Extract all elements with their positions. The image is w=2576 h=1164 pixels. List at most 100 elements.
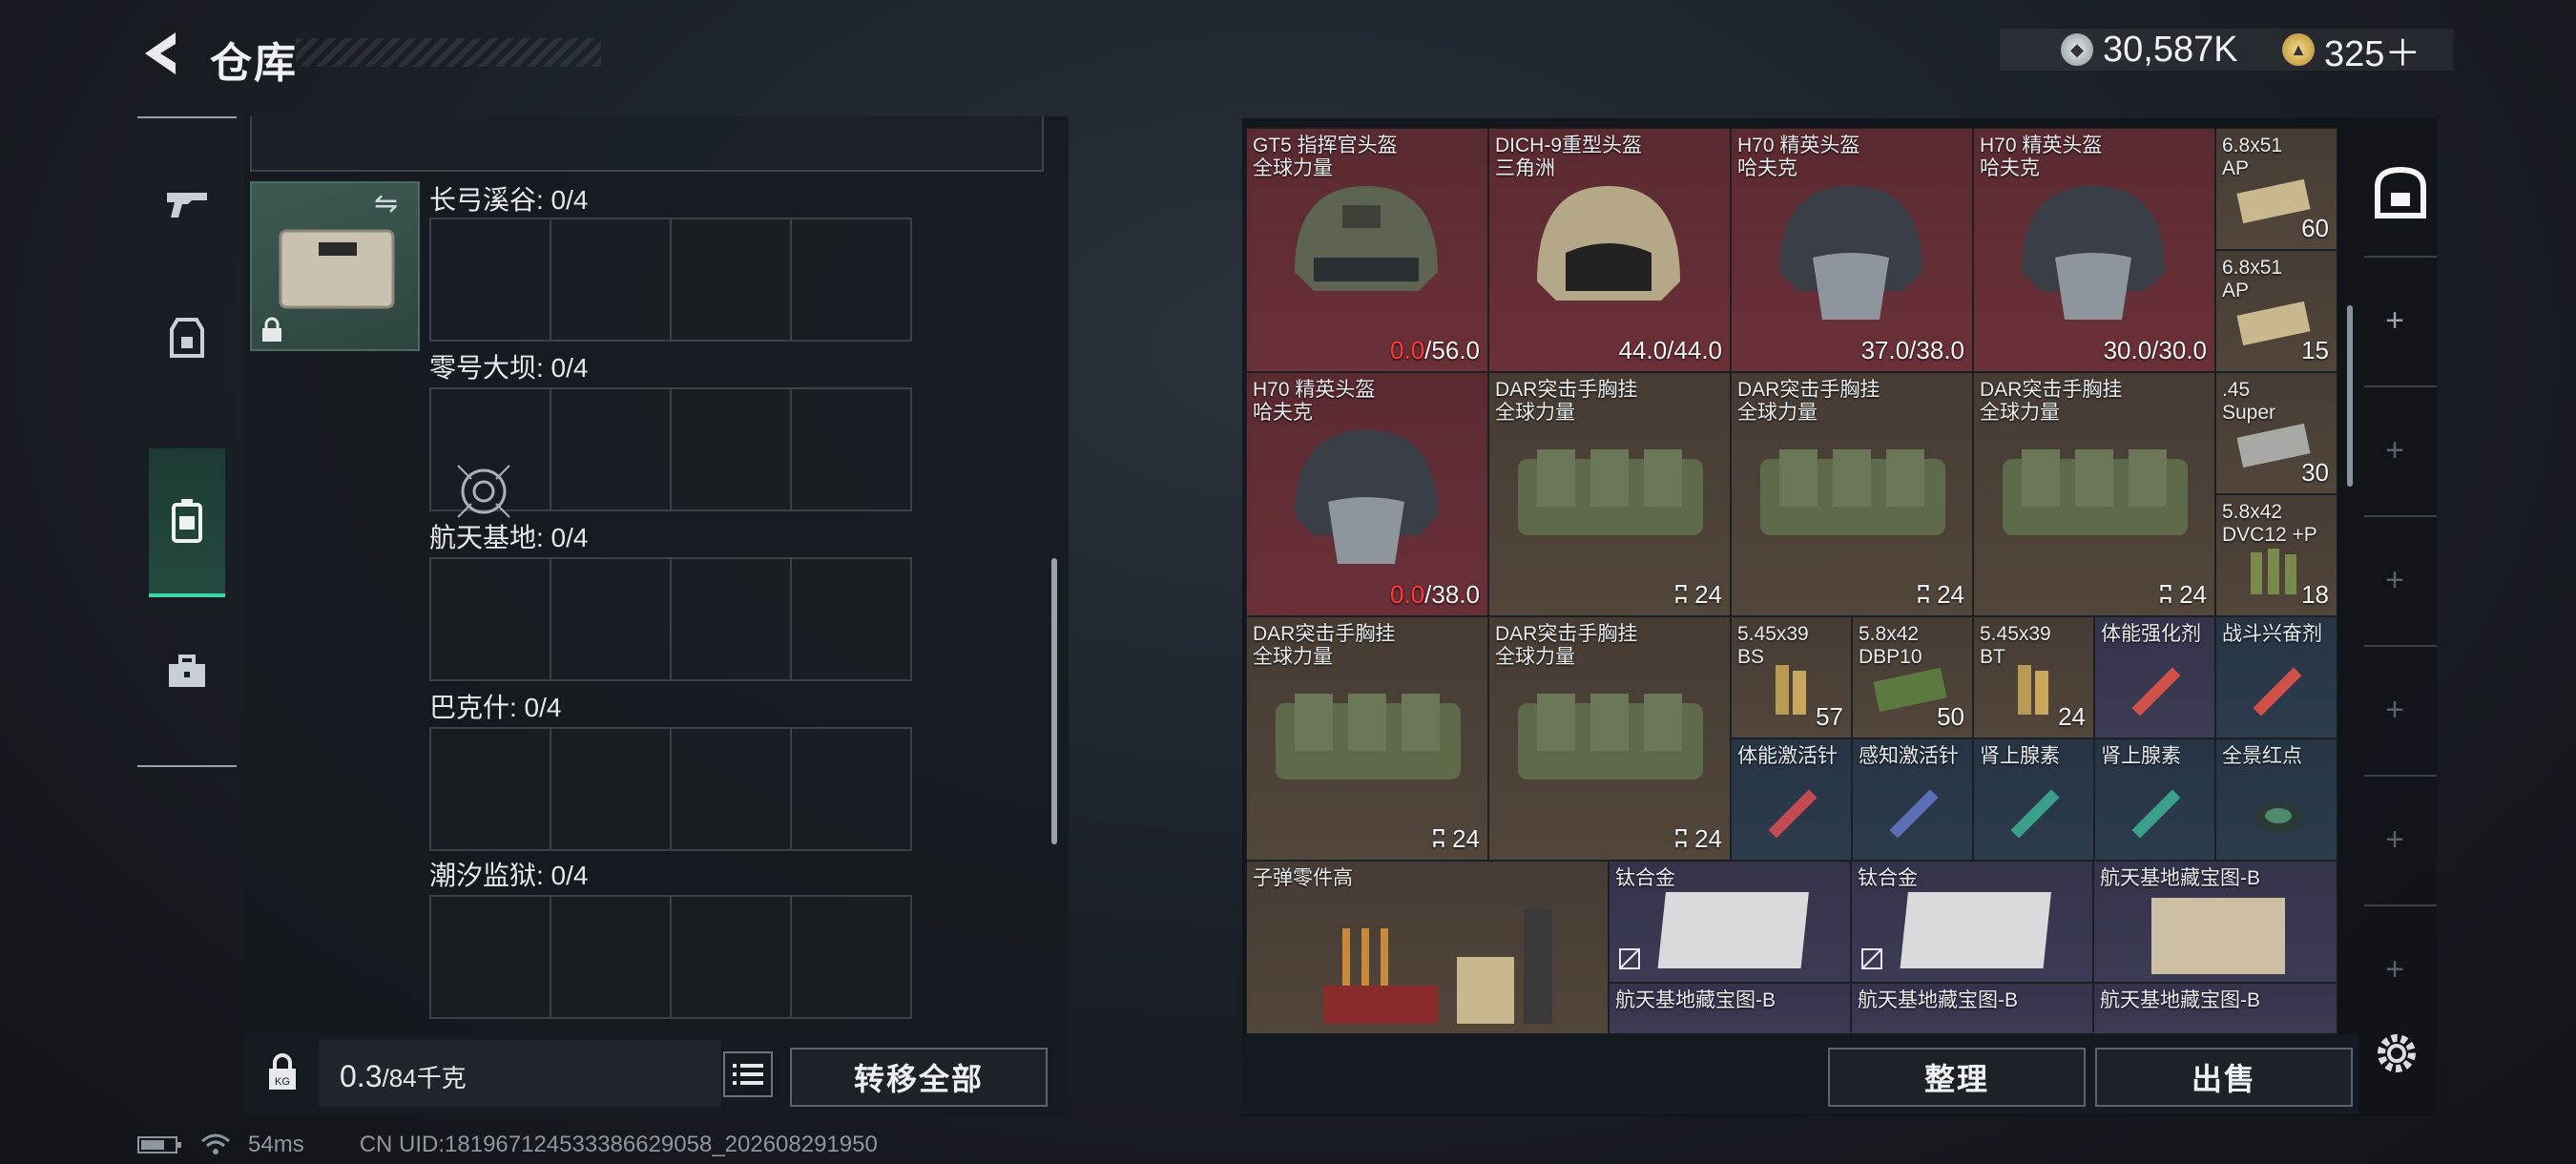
item-helmet-h70-c[interactable]: H70 精英头盔 哈夫克 0.0/38.0: [1246, 372, 1488, 616]
map-slots-bakesh[interactable]: [429, 727, 912, 851]
item-treasure-map-1[interactable]: 航天基地藏宝图-B: [2093, 861, 2337, 983]
right-scrollbar[interactable]: [2347, 305, 2353, 487]
item-treasure-map-4[interactable]: 航天基地藏宝图-B: [2093, 983, 2337, 1034]
organize-button[interactable]: 整理: [1828, 1048, 2086, 1107]
backpack-icon: [172, 499, 202, 543]
item-capacity: 24: [1694, 580, 1722, 609]
item-ammo-68x51-b[interactable]: 6.8x51 AP 15: [2215, 250, 2337, 372]
rail-divider: [2364, 904, 2437, 906]
item-rig-dar-2[interactable]: DAR突击手胸挂 全球力量 ʭ 24: [1731, 372, 1973, 616]
item-bullet-parts[interactable]: 子弹零件高: [1246, 861, 1609, 1034]
item-name: .45: [2222, 379, 2251, 401]
plus-icon[interactable]: +: [2376, 431, 2414, 469]
page-title: 仓库: [210, 40, 298, 87]
item-stim-strength[interactable]: 体能强化剂: [2094, 616, 2215, 738]
item-titanium-1[interactable]: 钛合金: [1609, 861, 1851, 983]
item-rig-dar-4[interactable]: DAR突击手胸挂 全球力量 ʭ 24: [1246, 616, 1488, 861]
capacity-icon: ʭ: [2159, 580, 2180, 609]
chest-rig-image: [2003, 449, 2188, 535]
item-scope-panoramic[interactable]: 全景红点: [2215, 738, 2337, 861]
item-capacity: 24: [1452, 824, 1480, 853]
item-helmet-dich9[interactable]: DICH-9重型头盔 三角洲 44.0/44.0: [1488, 128, 1731, 372]
map-label-dam: 零号大坝: 0/4: [429, 353, 589, 383]
sell-button[interactable]: 出售: [2095, 1048, 2353, 1107]
item-treasure-map-3[interactable]: 航天基地藏宝图-B: [1851, 983, 2093, 1034]
item-capacity: 24: [1694, 824, 1722, 853]
capacity-icon: ʭ: [1432, 824, 1453, 853]
item-name: 6.8x51: [2222, 257, 2283, 279]
item-name: 感知激活针: [1859, 745, 1959, 767]
back-arrow-icon[interactable]: [134, 27, 191, 80]
silver-currency[interactable]: ◆ 30,587K: [2061, 29, 2238, 71]
item-rig-dar-1[interactable]: DAR突击手胸挂 全球力量 ʭ 24: [1488, 372, 1731, 616]
plus-icon[interactable]: +: [2376, 301, 2414, 340]
syringe-image: [2131, 667, 2181, 717]
chest-rig-image: [1518, 449, 1703, 535]
durability-current: 0.0: [1390, 580, 1425, 609]
chest-rig-image: [1760, 449, 1945, 535]
item-name: 体能强化剂: [2101, 623, 2201, 645]
item-count: 50: [1937, 702, 1964, 731]
item-brand: 全球力量: [1253, 646, 1333, 668]
plus-icon[interactable]: +: [2376, 691, 2414, 729]
item-helmet-gt5[interactable]: GT5 指挥官头盔 全球力量 0.0/56.0: [1246, 128, 1488, 372]
ammo-image: [2018, 665, 2048, 715]
item-count: 24: [2058, 702, 2086, 731]
item-name: 战斗兴奋剂: [2222, 623, 2322, 645]
swap-icon[interactable]: ⇋: [374, 187, 412, 219]
item-ammo-545x39-bt[interactable]: 5.45x39 BT 24: [1973, 616, 2094, 738]
item-rig-dar-3[interactable]: DAR突击手胸挂 全球力量 ʭ 24: [1973, 372, 2215, 616]
item-stim-stamina[interactable]: 体能激活针: [1731, 738, 1852, 861]
filter-bar[interactable]: [250, 116, 1044, 172]
item-capacity: 24: [2179, 580, 2207, 609]
no-sell-icon: [1617, 946, 1642, 976]
scope-image: [2254, 802, 2303, 833]
item-name: 航天基地藏宝图-B: [1858, 989, 2018, 1011]
vault-icon: [2375, 166, 2426, 218]
nav-toolbox[interactable]: [149, 634, 225, 710]
left-scrollbar[interactable]: [1051, 558, 1057, 844]
item-ammo-58x42-dbp10[interactable]: 5.8x42 DBP10 50: [1852, 616, 1973, 738]
item-adrenaline-1[interactable]: 肾上腺素: [1973, 738, 2094, 861]
item-count: 15: [2301, 336, 2329, 364]
item-titanium-2[interactable]: 钛合金: [1851, 861, 2093, 983]
settings-button[interactable]: [2370, 1027, 2423, 1080]
battery-icon: [137, 1136, 181, 1154]
uid-text: CN UID:1819671245333866290​58_2026082919…: [359, 1132, 878, 1157]
item-helmet-h70-a[interactable]: H70 精英头盔 哈夫克 37.0/38.0: [1731, 128, 1973, 372]
transfer-all-button[interactable]: 转移全部: [790, 1048, 1048, 1107]
plus-icon[interactable]: +: [2376, 561, 2414, 599]
item-rig-dar-5[interactable]: DAR突击手胸挂 全球力量 ʭ 24: [1488, 616, 1731, 861]
nav-backpack[interactable]: [149, 448, 225, 597]
item-treasure-map-2[interactable]: 航天基地藏宝图-B: [1609, 983, 1851, 1034]
list-view-button[interactable]: [723, 1051, 773, 1097]
map-slots-changgong[interactable]: [429, 218, 912, 342]
map-image: [2151, 898, 2285, 974]
item-name: 肾上腺素: [1980, 745, 2060, 767]
durability-current: 37.0: [1860, 336, 1910, 364]
syringe-image: [2253, 667, 2302, 717]
item-ammo-68x51-a[interactable]: 6.8x51 AP 60: [2215, 128, 2337, 250]
weight-text: 0.3/84千克: [340, 1059, 467, 1094]
nav-weapons[interactable]: [149, 166, 225, 242]
plus-icon[interactable]: +: [2376, 950, 2414, 988]
bullet-parts-image: [1323, 909, 1552, 1024]
item-name: H70 精英头盔: [1737, 135, 1860, 156]
item-helmet-h70-b[interactable]: H70 精英头盔 哈夫克 30.0/30.0: [1973, 128, 2215, 372]
vault-tab[interactable]: [2364, 153, 2437, 233]
plus-icon[interactable]: +: [2376, 821, 2414, 859]
item-ammo-58x42-dvc[interactable]: 5.8x42 DVC12 +P 18: [2215, 494, 2337, 616]
map-slots-space[interactable]: [429, 557, 912, 681]
item-ammo-45-super[interactable]: .45 Super 30: [2215, 372, 2337, 494]
item-name: DAR突击手胸挂: [1495, 623, 1638, 645]
gold-currency[interactable]: ▲ 325＋: [2282, 29, 2420, 74]
item-name: 全景红点: [2222, 745, 2302, 767]
nav-armor[interactable]: [149, 300, 225, 376]
item-stim-combat[interactable]: 战斗兴奋剂: [2215, 616, 2337, 738]
item-ammo-545x39-bs[interactable]: 5.45x39 BS 57: [1731, 616, 1852, 738]
item-stim-perception[interactable]: 感知激活针: [1852, 738, 1973, 861]
item-name: GT5 指挥官头盔: [1253, 135, 1398, 156]
item-adrenaline-2[interactable]: 肾上腺素: [2094, 738, 2215, 861]
helmet-image: [1779, 186, 1922, 320]
map-slots-prison[interactable]: [429, 895, 912, 1019]
